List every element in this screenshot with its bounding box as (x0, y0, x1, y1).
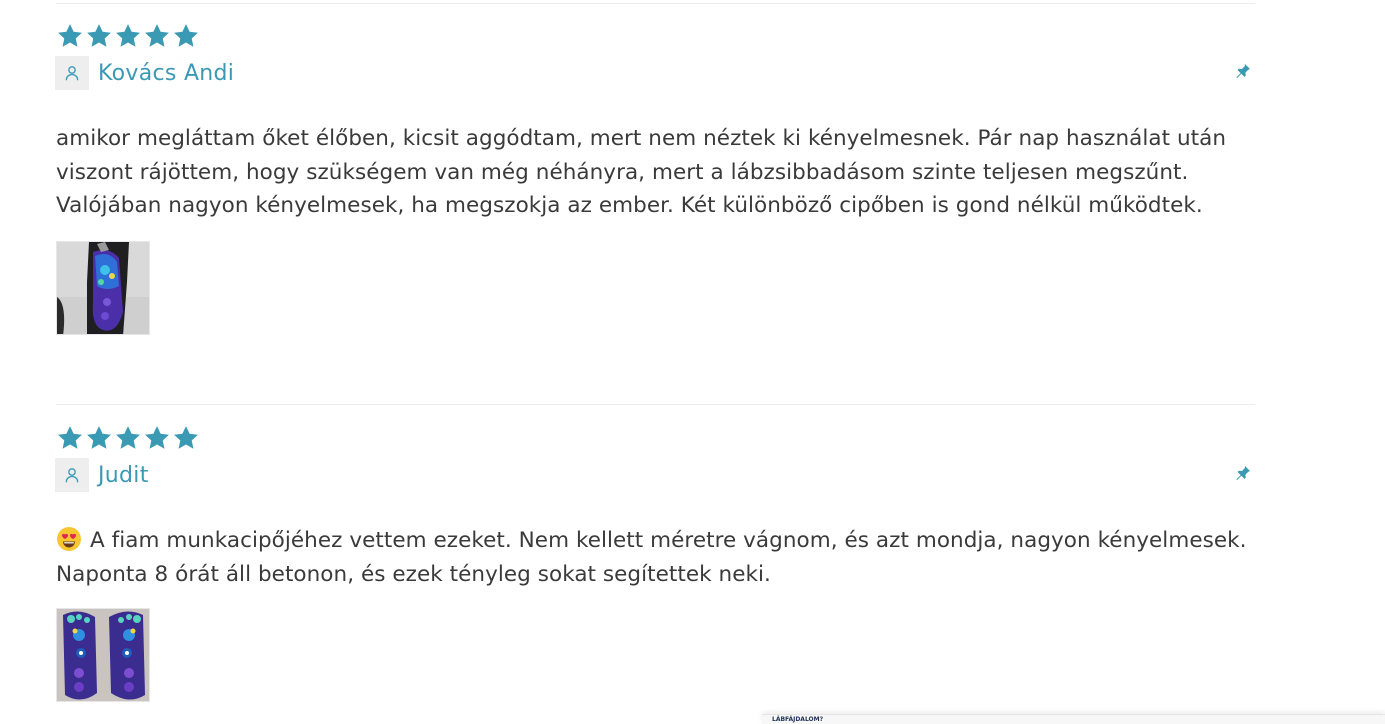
pin-icon (1234, 62, 1252, 80)
star-icon (114, 424, 142, 452)
user-icon (65, 468, 79, 483)
avatar (55, 56, 89, 90)
review-divider (56, 404, 1255, 405)
review-photo[interactable] (56, 240, 150, 335)
user-icon (65, 66, 79, 81)
review-text: amikor megláttam őket élőben, kicsit agg… (56, 126, 1227, 219)
author-row: Judit (55, 457, 1255, 493)
insole-pair-photo (57, 609, 149, 702)
insole-in-shoe-photo (57, 241, 149, 334)
review-text-wrapper: A fiam munkacipőjéhez vettem ezeket. Nem… (56, 524, 1256, 591)
avatar (55, 458, 89, 492)
author-name: Judit (98, 462, 149, 488)
star-icon (114, 22, 142, 50)
heart-eyes-emoji-icon (56, 526, 82, 552)
star-rating (56, 22, 1255, 50)
star-icon (172, 22, 200, 50)
star-icon (172, 424, 200, 452)
pin-icon (1234, 464, 1252, 482)
review-text: A fiam munkacipőjéhez vettem ezeket. Nem… (56, 528, 1247, 587)
star-icon (143, 424, 171, 452)
review-card: Judit A fiam munkacipőjéhez vettem ezeke… (55, 424, 1256, 703)
star-icon (56, 424, 84, 452)
author-name: Kovács Andi (98, 60, 235, 86)
author-row: Kovács Andi (55, 55, 1255, 91)
star-icon (143, 22, 171, 50)
star-icon (56, 22, 84, 50)
top-divider (56, 3, 1255, 4)
star-icon (85, 22, 113, 50)
star-icon (85, 424, 113, 452)
review-card: Kovács Andi amikor megláttam őket élőben… (55, 22, 1255, 335)
review-photo[interactable] (56, 608, 150, 703)
star-rating (56, 424, 1255, 452)
popup-label: LÁBFÁJDALOM? (772, 716, 824, 723)
